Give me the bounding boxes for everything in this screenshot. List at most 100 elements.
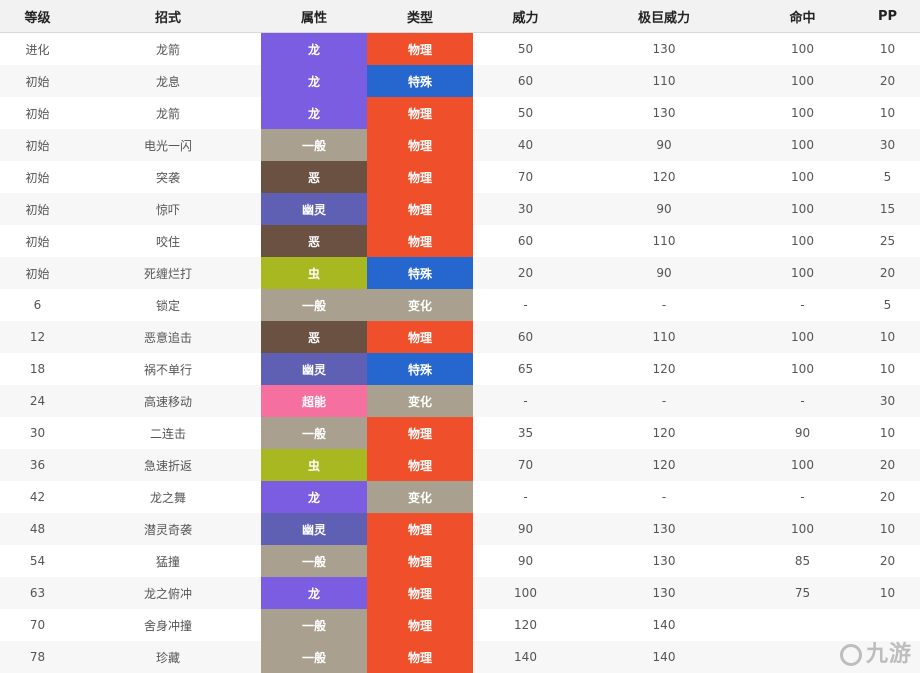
cell-category: 变化: [367, 481, 473, 513]
cell-category: 特殊: [367, 65, 473, 97]
cell-pp: 30: [855, 385, 920, 417]
header-accuracy[interactable]: 命中: [750, 0, 855, 33]
table-row[interactable]: 初始咬住恶物理6011010025: [0, 225, 920, 257]
table-row[interactable]: 初始惊吓幽灵物理309010015: [0, 193, 920, 225]
cell-attribute: 超能: [261, 385, 367, 417]
header-level[interactable]: 等级: [0, 0, 75, 33]
header-pp[interactable]: PP: [855, 0, 920, 33]
table-row[interactable]: 初始死缠烂打虫特殊209010020: [0, 257, 920, 289]
cell-move: 龙之舞: [75, 481, 261, 513]
table-row[interactable]: 初始电光一闪一般物理409010030: [0, 129, 920, 161]
cell-category: 物理: [367, 417, 473, 449]
cell-accuracy: 100: [750, 513, 855, 545]
cell-accuracy: 100: [750, 161, 855, 193]
cell-accuracy: 100: [750, 225, 855, 257]
cell-accuracy: 85: [750, 545, 855, 577]
cell-attribute: 龙: [261, 97, 367, 129]
cell-accuracy: 90: [750, 417, 855, 449]
table-row[interactable]: 初始龙箭龙物理5013010010: [0, 97, 920, 129]
cell-level: 初始: [0, 129, 75, 161]
table-row[interactable]: 初始突袭恶物理701201005: [0, 161, 920, 193]
cell-accuracy: -: [750, 289, 855, 321]
cell-max-power: 110: [578, 225, 750, 257]
cell-attribute: 一般: [261, 289, 367, 321]
cell-max-power: 120: [578, 161, 750, 193]
cell-category: 物理: [367, 449, 473, 481]
table-row[interactable]: 63龙之俯冲龙物理1001307510: [0, 577, 920, 609]
cell-power: 60: [473, 65, 578, 97]
cell-level: 36: [0, 449, 75, 481]
cell-pp: 20: [855, 545, 920, 577]
cell-move: 死缠烂打: [75, 257, 261, 289]
cell-attribute: 幽灵: [261, 353, 367, 385]
cell-attribute: 恶: [261, 321, 367, 353]
cell-max-power: 90: [578, 257, 750, 289]
cell-move: 锁定: [75, 289, 261, 321]
cell-category: 物理: [367, 225, 473, 257]
table-row[interactable]: 70舍身冲撞一般物理120140: [0, 609, 920, 641]
cell-level: 初始: [0, 225, 75, 257]
cell-pp: 10: [855, 97, 920, 129]
cell-accuracy: 100: [750, 33, 855, 66]
cell-power: 50: [473, 97, 578, 129]
table-row[interactable]: 初始龙息龙特殊6011010020: [0, 65, 920, 97]
cell-category: 变化: [367, 385, 473, 417]
cell-pp: 20: [855, 481, 920, 513]
table-row[interactable]: 12恶意追击恶物理6011010010: [0, 321, 920, 353]
cell-power: 70: [473, 161, 578, 193]
table-row[interactable]: 78珍藏一般物理140140: [0, 641, 920, 673]
cell-power: 100: [473, 577, 578, 609]
header-power[interactable]: 威力: [473, 0, 578, 33]
table-row[interactable]: 6锁定一般变化---5: [0, 289, 920, 321]
table-row[interactable]: 42龙之舞龙变化---20: [0, 481, 920, 513]
cell-category: 物理: [367, 97, 473, 129]
table-row[interactable]: 24高速移动超能变化---30: [0, 385, 920, 417]
cell-attribute: 恶: [261, 161, 367, 193]
cell-level: 6: [0, 289, 75, 321]
cell-move: 高速移动: [75, 385, 261, 417]
cell-attribute: 虫: [261, 257, 367, 289]
moves-table-body: 进化龙箭龙物理5013010010初始龙息龙特殊6011010020初始龙箭龙物…: [0, 33, 920, 673]
cell-max-power: 130: [578, 577, 750, 609]
cell-level: 初始: [0, 161, 75, 193]
cell-power: 20: [473, 257, 578, 289]
cell-level: 78: [0, 641, 75, 673]
table-row[interactable]: 18祸不单行幽灵特殊6512010010: [0, 353, 920, 385]
cell-accuracy: 100: [750, 257, 855, 289]
header-attribute[interactable]: 属性: [261, 0, 367, 33]
cell-pp: 25: [855, 225, 920, 257]
cell-move: 珍藏: [75, 641, 261, 673]
cell-level: 初始: [0, 97, 75, 129]
cell-attribute: 一般: [261, 609, 367, 641]
table-row[interactable]: 48潜灵奇袭幽灵物理9013010010: [0, 513, 920, 545]
cell-move: 舍身冲撞: [75, 609, 261, 641]
cell-move: 龙之俯冲: [75, 577, 261, 609]
header-max-power[interactable]: 极巨威力: [578, 0, 750, 33]
cell-power: -: [473, 289, 578, 321]
cell-pp: 10: [855, 321, 920, 353]
cell-power: 60: [473, 321, 578, 353]
header-move[interactable]: 招式: [75, 0, 261, 33]
cell-move: 龙箭: [75, 97, 261, 129]
cell-max-power: 90: [578, 129, 750, 161]
cell-max-power: -: [578, 289, 750, 321]
table-row[interactable]: 进化龙箭龙物理5013010010: [0, 33, 920, 66]
cell-accuracy: 100: [750, 97, 855, 129]
table-row[interactable]: 30二连击一般物理351209010: [0, 417, 920, 449]
cell-level: 54: [0, 545, 75, 577]
cell-move: 急速折返: [75, 449, 261, 481]
cell-pp: 10: [855, 353, 920, 385]
cell-max-power: 90: [578, 193, 750, 225]
table-row[interactable]: 36急速折返虫物理7012010020: [0, 449, 920, 481]
table-row[interactable]: 54猛撞一般物理901308520: [0, 545, 920, 577]
cell-category: 物理: [367, 577, 473, 609]
watermark-logo-icon: [840, 644, 862, 666]
cell-level: 63: [0, 577, 75, 609]
cell-power: 50: [473, 33, 578, 66]
cell-level: 18: [0, 353, 75, 385]
cell-pp: 20: [855, 449, 920, 481]
cell-max-power: -: [578, 385, 750, 417]
cell-category: 物理: [367, 129, 473, 161]
header-category[interactable]: 类型: [367, 0, 473, 33]
cell-max-power: 110: [578, 321, 750, 353]
